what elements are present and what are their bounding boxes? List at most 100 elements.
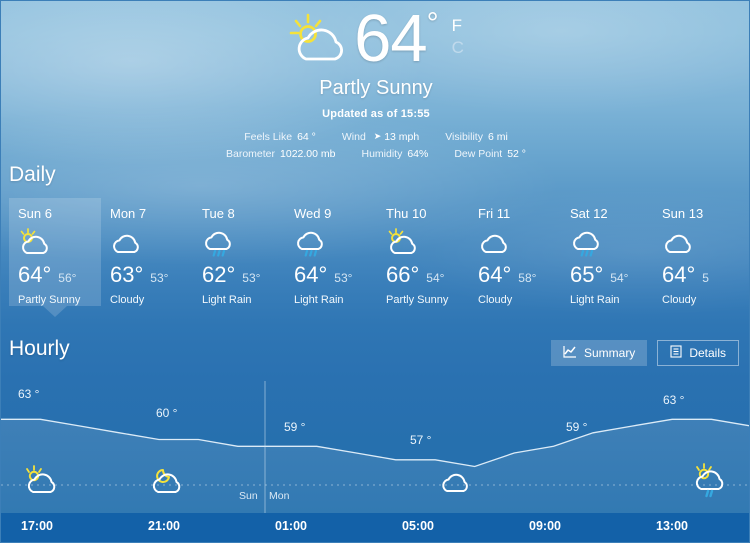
line-chart-icon <box>563 345 577 361</box>
daily-day-name: Sun 13 <box>662 206 704 221</box>
stat-dew-point: Dew Point 52 ° <box>454 146 526 163</box>
daily-temperatures: 62° 53° <box>202 262 285 288</box>
list-details-icon <box>670 345 682 361</box>
x-axis-tick: 09:00 <box>529 519 561 533</box>
daily-temperatures: 64° 58° <box>478 262 561 288</box>
stat-wind: Wind ➤ 13 mph <box>342 129 419 146</box>
stat-value: 64% <box>407 148 429 160</box>
partly-sunny-icon <box>23 465 61 497</box>
chart-point-label: 63 ° <box>18 387 40 401</box>
daily-card[interactable]: Fri 11 64° 58° Cloudy <box>469 198 561 306</box>
stat-label: Dew Point <box>454 148 503 160</box>
daily-card[interactable]: Wed 9 64° 53° Light Rain <box>285 198 377 306</box>
stats-row-2: Barometer 1022.00 mb Humidity 64% Dew Poin… <box>1 146 749 163</box>
cloudy-icon <box>110 228 193 258</box>
partly-sunny-icon <box>18 228 101 258</box>
daily-day-name: Fri 11 <box>478 206 511 221</box>
partly-cloudy-night-icon <box>148 465 186 497</box>
current-conditions: 64° F C Partly Sunny Updated as of 15:55… <box>1 1 749 163</box>
daily-low: 54° <box>610 271 629 285</box>
wind-direction-icon: ➤ <box>373 131 382 141</box>
daily-temperatures: 64° 5 <box>662 262 745 288</box>
daily-condition: Light Rain <box>294 294 344 306</box>
daily-day-name: Sun 6 <box>18 206 52 221</box>
cloudy-icon <box>478 228 561 258</box>
daily-temperatures: 64° 56° <box>18 262 101 288</box>
summary-button[interactable]: Summary <box>550 340 648 366</box>
daily-section-title: Daily <box>9 163 56 186</box>
daily-card[interactable]: Sun 6 64° 56° Partly Sunny <box>9 198 101 317</box>
details-button[interactable]: Details <box>657 340 739 366</box>
current-condition-text: Partly Sunny <box>319 77 433 99</box>
unit-toggle[interactable]: F C <box>452 15 464 59</box>
daily-card[interactable]: Mon 7 63° 53° Cloudy <box>101 198 193 306</box>
daily-high: 64° <box>18 262 52 287</box>
daily-day-name: Thu 10 <box>386 206 427 221</box>
daily-temperatures: 65° 54° <box>570 262 653 288</box>
daily-low: 53° <box>334 271 353 285</box>
daily-day-name: Wed 9 <box>294 206 332 221</box>
stat-label: Feels Like <box>244 131 293 143</box>
x-axis-tick: 05:00 <box>402 519 434 533</box>
daily-card[interactable]: Sat 12 65° 54° Light Rain <box>561 198 653 306</box>
daily-day-name: Tue 8 <box>202 206 235 221</box>
daily-condition: Partly Sunny <box>386 294 449 306</box>
daily-high: 63° <box>110 262 144 287</box>
unit-fahrenheit[interactable]: F <box>452 15 464 37</box>
weather-app: 64° F C Partly Sunny Updated as of 15:55… <box>0 0 750 543</box>
daily-condition: Light Rain <box>570 294 620 306</box>
daily-day-name: Mon 7 <box>110 206 147 221</box>
daily-card[interactable]: Sun 13 64° 5 Cloudy <box>653 198 745 306</box>
x-axis-tick: 21:00 <box>148 519 180 533</box>
updated-timestamp: Updated as of 15:55 <box>322 108 430 120</box>
chart-x-axis: 17:00 21:00 01:00 05:00 09:00 13:00 <box>1 513 749 542</box>
daily-condition: Cloudy <box>478 294 513 306</box>
chart-day-label: Mon <box>269 490 290 502</box>
daily-high: 64° <box>478 262 512 287</box>
light-rain-icon <box>570 228 653 258</box>
stat-humidity: Humidity 64% <box>361 146 428 163</box>
chart-point-label: 63 ° <box>663 393 685 407</box>
daily-low: 53° <box>242 271 261 285</box>
chart-point-label: 59 ° <box>566 420 588 434</box>
daily-condition: Cloudy <box>110 294 145 306</box>
stat-barometer: Barometer 1022.00 mb <box>226 146 336 163</box>
stat-value: 13 mph <box>384 131 420 143</box>
x-axis-tick: 01:00 <box>275 519 307 533</box>
stat-value: 64 ° <box>297 131 316 143</box>
daily-high: 64° <box>662 262 696 287</box>
daily-low: 5 <box>702 271 709 285</box>
daily-card[interactable]: Tue 8 62° 53° Light Rain <box>193 198 285 306</box>
x-axis-tick: 13:00 <box>656 519 688 533</box>
daily-day-name: Sat 12 <box>570 206 608 221</box>
unit-celsius[interactable]: C <box>452 37 464 59</box>
cloudy-icon <box>438 469 472 495</box>
stat-value: 1022.00 mb <box>280 148 336 160</box>
current-stats: Feels Like 64 ° Wind ➤ 13 mph Visibility 6… <box>1 129 749 163</box>
daily-condition: Light Rain <box>202 294 252 306</box>
daily-low: 58° <box>518 271 537 285</box>
stats-row-1: Feels Like 64 ° Wind ➤ 13 mph Visibility 6… <box>1 129 749 146</box>
chart-day-label: Sun <box>239 490 258 502</box>
current-temperature-row: 64° F C <box>1 1 749 73</box>
daily-high: 65° <box>570 262 604 287</box>
stat-label: Humidity <box>361 148 403 160</box>
selected-caret-icon <box>43 306 67 317</box>
daily-temperatures: 64° 53° <box>294 262 377 288</box>
daily-high: 66° <box>386 262 420 287</box>
sun-shower-icon <box>691 463 729 499</box>
daily-card[interactable]: Thu 10 66° 54° Partly Sunny <box>377 198 469 306</box>
degree-symbol: ° <box>426 7 439 40</box>
cloudy-icon <box>662 228 745 258</box>
summary-button-label: Summary <box>583 346 636 360</box>
stat-value: 52 ° <box>507 148 526 160</box>
chart-point-label: 59 ° <box>284 420 306 434</box>
chart-point-label: 60 ° <box>156 406 178 420</box>
x-axis-tick: 17:00 <box>21 519 53 533</box>
daily-low: 56° <box>58 271 77 285</box>
daily-forecast-list: Sun 6 64° 56° Partly Sunny Mon 7 63° 53°… <box>9 198 745 317</box>
stat-feels-like: Feels Like 64 ° <box>244 129 316 146</box>
partly-sunny-icon <box>386 228 469 258</box>
hourly-section-title: Hourly <box>9 337 70 360</box>
chart-point-label: 57 ° <box>410 433 432 447</box>
